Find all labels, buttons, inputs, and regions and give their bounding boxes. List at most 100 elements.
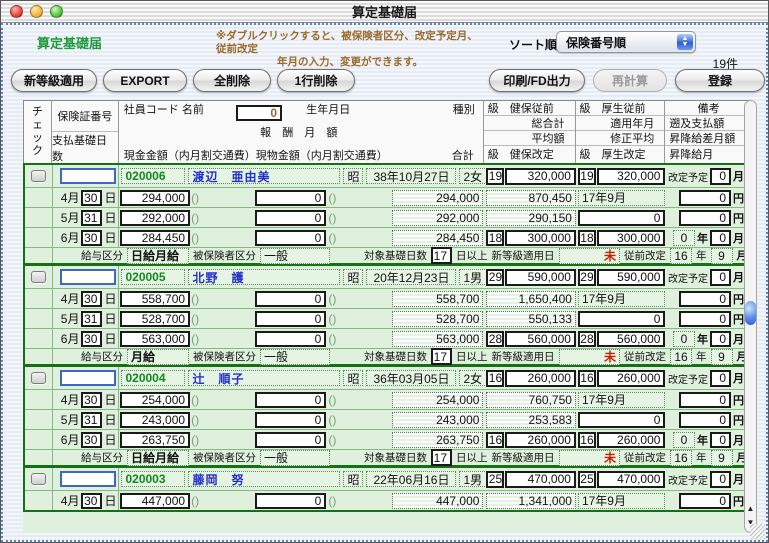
kenpo-new-amount[interactable]: 300,000 (505, 230, 575, 246)
inkind-amount-input[interactable]: 0 (255, 230, 327, 246)
kenpo-grade-prev[interactable]: 29 (486, 269, 504, 286)
kosei-prev-amount[interactable]: 590,000 (597, 269, 666, 286)
cash-amount-input[interactable]: 528,700 (120, 311, 190, 327)
month-row[interactable]: 6月30日263,750(15,750)0(0)263,75016260,000… (25, 429, 747, 449)
kaitei-yotei-month[interactable]: 0 (710, 370, 731, 387)
cash-amount-input[interactable]: 294,000 (120, 190, 190, 206)
raise-month-input[interactable]: 0 (710, 230, 731, 246)
retro-payment-input[interactable]: 0 (679, 190, 731, 206)
cash-amount-input[interactable]: 263,750 (120, 432, 190, 448)
new-grade-apply-button[interactable]: 新等級適用 (11, 69, 97, 92)
base-days-input[interactable]: 30 (81, 230, 102, 246)
kosei-grade-prev[interactable]: 25 (578, 471, 596, 488)
cash-amount-input[interactable]: 284,450 (120, 230, 190, 246)
month-row[interactable]: 6月30日563,000(7,200)0(0)563,00028560,0002… (25, 328, 747, 348)
kenpo-grade-new[interactable]: 18 (486, 230, 504, 246)
cash-amount-input[interactable]: 563,000 (120, 331, 190, 347)
kenpo-prev-amount[interactable]: 260,000 (505, 370, 575, 387)
inkind-amount-input[interactable]: 0 (255, 190, 327, 206)
base-days-input[interactable]: 31 (81, 311, 102, 327)
month-row[interactable]: 5月31日528,700(7,200)0(0)528,700550,13300円 (25, 308, 747, 328)
kenpo-grade-new[interactable]: 28 (486, 331, 504, 347)
kosei-grade-prev[interactable]: 29 (578, 269, 596, 286)
delete-row-button[interactable]: 1行削除 (277, 69, 355, 92)
cash-amount-input[interactable]: 447,000 (120, 493, 190, 509)
cash-amount-input[interactable]: 254,000 (120, 392, 190, 408)
retro-payment-input[interactable]: 0 (679, 392, 731, 408)
base-days-input[interactable]: 31 (81, 210, 102, 226)
month-row[interactable]: 6月30日284,450(18,450)0(0)284,45018300,000… (25, 227, 747, 247)
scroll-up-icon[interactable]: ▲ (747, 505, 755, 513)
kenpo-prev-amount[interactable]: 320,000 (505, 168, 575, 185)
raise-month-input[interactable]: 0 (710, 331, 731, 347)
kosei-grade-new[interactable]: 18 (578, 230, 596, 246)
inkind-amount-input[interactable]: 0 (255, 210, 327, 226)
scrollbar-thumb[interactable] (745, 301, 756, 325)
base-days-input[interactable]: 30 (81, 432, 102, 448)
kenpo-prev-amount[interactable]: 470,000 (505, 471, 575, 488)
base-days-input[interactable]: 30 (81, 190, 102, 206)
month-row[interactable]: 4月30日558,700(7,200)0(0)558,7001,650,4001… (25, 288, 747, 308)
close-button-icon[interactable] (10, 5, 23, 18)
inkind-amount-input[interactable]: 0 (255, 331, 327, 347)
adjusted-average-input[interactable]: 0 (578, 412, 666, 428)
adjusted-average-input[interactable]: 0 (578, 210, 666, 226)
kenpo-new-amount[interactable]: 260,000 (505, 432, 575, 448)
row-checkbox[interactable] (31, 372, 46, 384)
inkind-transport-input[interactable]: 0 (236, 105, 282, 121)
kosei-grade-new[interactable]: 28 (578, 331, 596, 347)
month-row[interactable]: 4月30日254,000(0)0(0)254,000760,75017年9月0円 (25, 389, 747, 409)
base-days-input[interactable]: 31 (81, 412, 102, 428)
export-button[interactable]: EXPORT (103, 69, 187, 92)
row-checkbox[interactable] (31, 473, 46, 485)
vertical-scrollbar[interactable]: ▲ ▼ (744, 100, 757, 533)
employee-footer-row[interactable]: 給与区分月給被保険者区分一般対象基礎日数17日以上新等級適用日未従前改定16年9… (25, 348, 747, 364)
kenpo-grade-prev[interactable]: 19 (486, 168, 504, 185)
kosei-new-amount[interactable]: 300,000 (597, 230, 666, 246)
print-fd-button[interactable]: 印刷/FD出力 (489, 69, 585, 92)
kosei-grade-new[interactable]: 16 (578, 432, 596, 448)
register-button[interactable]: 登録 (675, 69, 765, 92)
employee-header-row[interactable]: 020005北野 護昭20年12月23日1男29590,00029590,000… (25, 266, 747, 288)
month-row[interactable]: 4月30日294,000(0)0(0)294,000870,45017年9月0円 (25, 187, 747, 207)
taisho-kiso-days-input[interactable]: 17 (431, 247, 452, 264)
inkind-amount-input[interactable]: 0 (255, 432, 327, 448)
resize-grip-icon[interactable] (750, 524, 765, 539)
inkind-amount-input[interactable]: 0 (255, 412, 327, 428)
kaitei-yotei-month[interactable]: 0 (710, 168, 731, 185)
raise-diff-input[interactable]: 0 (679, 210, 731, 226)
kaitei-yotei-month[interactable]: 0 (710, 269, 731, 286)
cash-amount-input[interactable]: 558,700 (120, 291, 190, 307)
employee-header-row[interactable]: 020006渡辺 亜由美昭38年10月27日2女19320,00019320,0… (25, 165, 747, 187)
month-row[interactable]: 5月31日292,000(0)0(0)292,000290,15000円 (25, 207, 747, 227)
month-row[interactable]: 4月30日447,000(13,000)0(0)447,0001,341,000… (25, 490, 747, 510)
insurance-no-input[interactable] (60, 471, 116, 487)
raise-diff-input[interactable]: 0 (679, 311, 731, 327)
sort-order-dropdown[interactable]: 保険番号順 ▲▼ (556, 31, 696, 53)
adjusted-average-input[interactable]: 0 (578, 311, 666, 327)
month-row[interactable]: 5月31日243,000(0)0(0)243,000253,58300円 (25, 409, 747, 429)
kosei-prev-amount[interactable]: 470,000 (597, 471, 666, 488)
row-checkbox[interactable] (31, 170, 46, 182)
kosei-prev-amount[interactable]: 260,000 (597, 370, 666, 387)
retro-payment-input[interactable]: 0 (679, 291, 731, 307)
employee-header-row[interactable]: 020004辻 順子昭36年03月05日2女16260,00016260,000… (25, 367, 747, 389)
kenpo-grade-prev[interactable]: 16 (486, 370, 504, 387)
employee-footer-row[interactable]: 給与区分日給月給被保険者区分一般対象基礎日数17日以上新等級適用日未従前改定16… (25, 247, 747, 263)
kenpo-grade-new[interactable]: 16 (486, 432, 504, 448)
employee-header-row[interactable]: 020003藤岡 努昭22年06月16日1男25470,00025470,000… (25, 468, 747, 490)
zoom-button-icon[interactable] (50, 5, 63, 18)
cash-amount-input[interactable]: 292,000 (120, 210, 190, 226)
base-days-input[interactable]: 30 (81, 291, 102, 307)
delete-all-button[interactable]: 全削除 (193, 69, 271, 92)
base-days-input[interactable]: 30 (81, 392, 102, 408)
kosei-grade-prev[interactable]: 19 (578, 168, 596, 185)
minimize-button-icon[interactable] (30, 5, 43, 18)
raise-month-input[interactable]: 0 (710, 432, 731, 448)
inkind-amount-input[interactable]: 0 (255, 311, 327, 327)
taisho-kiso-days-input[interactable]: 17 (431, 348, 452, 365)
kenpo-prev-amount[interactable]: 590,000 (505, 269, 575, 286)
row-checkbox[interactable] (31, 271, 46, 283)
inkind-amount-input[interactable]: 0 (255, 493, 327, 509)
inkind-amount-input[interactable]: 0 (255, 392, 327, 408)
